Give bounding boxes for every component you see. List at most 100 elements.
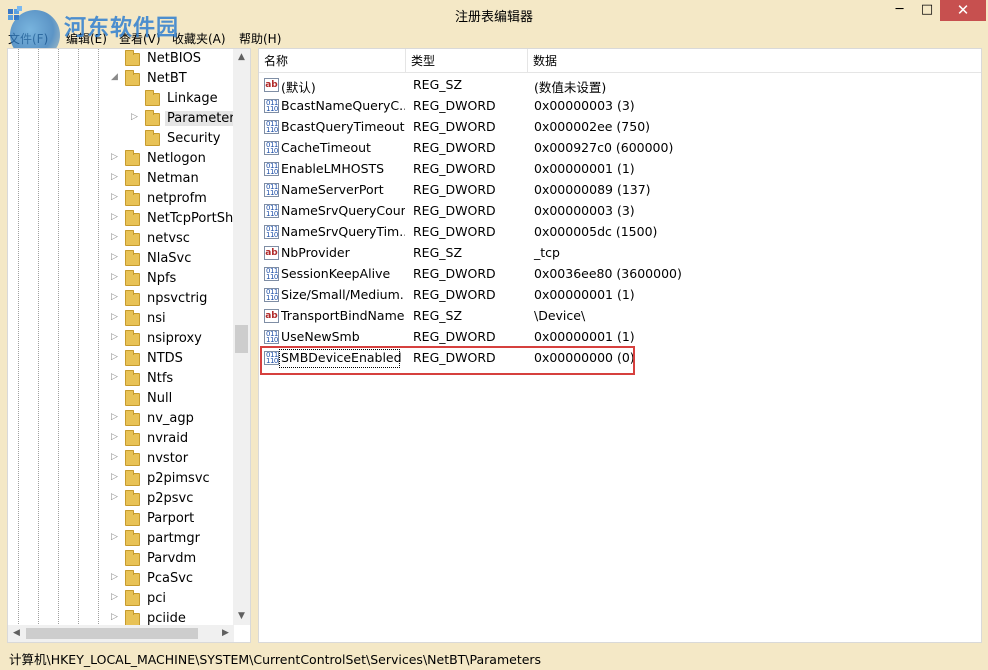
tree-expander-icon[interactable]: ▷ — [111, 152, 121, 162]
menu-bar: 文件(F) 编辑(E) 查看(V) 收藏夹(A) 帮助(H) — [0, 28, 988, 48]
registry-tree[interactable]: NetBIOS ◢ NetBT Linkage ▷ Parameters Security ▷… — [7, 48, 251, 643]
title-bar[interactable]: 注册表编辑器 ─ □ ✕ — [0, 0, 988, 28]
column-header-type[interactable]: 类型 — [406, 49, 528, 73]
tree-expander-icon[interactable]: ▷ — [111, 612, 121, 622]
folder-icon — [145, 130, 160, 146]
tree-expander-icon[interactable]: ▷ — [111, 412, 121, 422]
tree-node-label: nvstor — [147, 451, 189, 466]
value-name: NameSrvQueryCount — [281, 203, 405, 218]
tree-expander-icon[interactable]: ▷ — [111, 292, 121, 302]
list-row[interactable]: 011 110 NameSrvQueryCount REG_DWORD 0x000000… — [259, 201, 981, 222]
folder-icon — [125, 70, 140, 86]
tree-expander-icon[interactable]: ▷ — [111, 172, 121, 182]
value-data: 0x00000001 (1) — [534, 329, 635, 344]
value-type: REG_DWORD — [413, 182, 496, 197]
folder-icon — [125, 450, 140, 466]
close-button[interactable]: ✕ — [940, 0, 986, 21]
tree-expander-icon[interactable]: ▷ — [111, 352, 121, 362]
maximize-button[interactable]: □ — [914, 0, 940, 21]
tree-node-label: p2psvc — [147, 491, 194, 506]
value-name: NameSrvQueryTim... — [281, 224, 405, 239]
value-name: NameServerPort — [281, 182, 384, 197]
menu-file[interactable]: 文件(F) — [8, 30, 48, 47]
values-list[interactable]: 名称 类型 数据 ab (默认) REG_SZ (数值未设置) 011 110 BcastN… — [258, 48, 982, 643]
tree-expander-icon[interactable]: ▷ — [111, 492, 121, 502]
list-row[interactable]: 011 110 EnableLMHOSTS REG_DWORD 0x00000001 (… — [259, 159, 981, 180]
list-row[interactable]: 011 110 CacheTimeout REG_DWORD 0x000927c0 (6… — [259, 138, 981, 159]
scroll-left-icon[interactable]: ◀ — [8, 625, 25, 642]
menu-help[interactable]: 帮助(H) — [239, 30, 281, 47]
tree-expander-icon[interactable]: ▷ — [111, 252, 121, 262]
menu-favorites[interactable]: 收藏夹(A) — [172, 30, 226, 47]
folder-icon — [125, 230, 140, 246]
value-data: 0x0036ee80 (3600000) — [534, 266, 682, 281]
tree-horizontal-scrollbar[interactable]: ◀ ▶ — [8, 625, 234, 642]
tree-node-label: NetTcpPortSha — [147, 211, 242, 226]
value-type: REG_DWORD — [413, 203, 496, 218]
folder-icon — [125, 430, 140, 446]
tree-node-label: netprofm — [147, 191, 207, 206]
tree-guide-line — [98, 49, 99, 624]
column-header-name[interactable]: 名称 — [259, 49, 406, 73]
tree-vertical-scrollbar[interactable]: ▲ ▼ — [233, 49, 250, 625]
folder-icon — [125, 190, 140, 206]
value-data: _tcp — [534, 245, 560, 260]
folder-icon — [125, 150, 140, 166]
tree-node-label: Parport — [147, 511, 195, 526]
column-header-data[interactable]: 数据 — [528, 49, 981, 73]
list-row[interactable]: ab NbProvider REG_SZ _tcp — [259, 243, 981, 264]
list-row[interactable]: 011 110 NameSrvQueryTim... REG_DWORD 0x00000… — [259, 222, 981, 243]
list-row[interactable]: ab TransportBindName REG_SZ \Device\ — [259, 306, 981, 327]
tree-node-label: Parvdm — [147, 551, 197, 566]
minimize-button[interactable]: ─ — [885, 0, 914, 21]
folder-icon — [145, 110, 160, 126]
tree-expander-icon[interactable]: ▷ — [111, 272, 121, 282]
tree-expander-icon[interactable]: ▷ — [111, 472, 121, 482]
value-data: 0x00000003 (3) — [534, 203, 635, 218]
list-row[interactable]: 011 110 BcastQueryTimeout REG_DWORD 0x000002… — [259, 117, 981, 138]
tree-node-label: Parameters — [165, 111, 244, 126]
list-row[interactable]: ab (默认) REG_SZ (数值未设置) — [259, 75, 981, 96]
value-name: NbProvider — [281, 245, 350, 260]
value-data: 0x00000001 (1) — [534, 161, 635, 176]
tree-expander-icon[interactable]: ▷ — [111, 432, 121, 442]
list-row[interactable]: 011 110 Size/Small/Medium... REG_DWORD 0x000… — [259, 285, 981, 306]
tree-expander-icon[interactable]: ▷ — [111, 532, 121, 542]
string-value-icon: ab — [264, 309, 279, 323]
list-row[interactable]: 011 110 UseNewSmb REG_DWORD 0x00000001 (1) — [259, 327, 981, 348]
binary-value-icon: 011 110 — [264, 141, 279, 155]
scroll-thumb[interactable] — [26, 628, 198, 639]
scroll-thumb[interactable] — [235, 325, 248, 353]
tree-expander-icon[interactable]: ▷ — [111, 212, 121, 222]
scroll-right-icon[interactable]: ▶ — [217, 625, 234, 642]
list-row[interactable]: 011 110 BcastNameQueryC... REG_DWORD 0x00000… — [259, 96, 981, 117]
list-row[interactable]: 011 110 NameServerPort REG_DWORD 0x00000089 … — [259, 180, 981, 201]
tree-node-label: PcaSvc — [147, 571, 194, 586]
value-type: REG_DWORD — [413, 266, 496, 281]
tree-expander-icon[interactable]: ▷ — [111, 192, 121, 202]
tree-node-label: p2pimsvc — [147, 471, 210, 486]
tree-expander-icon[interactable]: ▷ — [111, 572, 121, 582]
value-type: REG_SZ — [413, 245, 463, 260]
tree-expander-icon[interactable]: ▷ — [111, 592, 121, 602]
tree-expander-icon[interactable]: ▷ — [111, 372, 121, 382]
scroll-down-icon[interactable]: ▼ — [233, 608, 250, 625]
menu-view[interactable]: 查看(V) — [119, 30, 161, 47]
tree-expander-icon[interactable]: ▷ — [131, 112, 141, 122]
tree-node-label: Security — [167, 131, 221, 146]
tree-expander-icon[interactable]: ▷ — [111, 312, 121, 322]
tree-expander-icon[interactable]: ◢ — [111, 72, 121, 82]
highlight-annotation — [260, 346, 635, 375]
tree-expander-icon[interactable]: ▷ — [111, 332, 121, 342]
menu-edit[interactable]: 编辑(E) — [66, 30, 107, 47]
tree-node-label: pciide — [147, 611, 186, 626]
value-type: REG_SZ — [413, 308, 463, 323]
value-name: UseNewSmb — [281, 329, 360, 344]
tree-expander-icon[interactable]: ▷ — [111, 232, 121, 242]
scroll-up-icon[interactable]: ▲ — [233, 49, 250, 66]
binary-value-icon: 011 110 — [264, 288, 279, 302]
tree-expander-icon[interactable]: ▷ — [111, 452, 121, 462]
value-name: BcastNameQueryC... — [281, 98, 405, 113]
list-row[interactable]: 011 110 SessionKeepAlive REG_DWORD 0x0036ee8… — [259, 264, 981, 285]
binary-value-icon: 011 110 — [264, 183, 279, 197]
